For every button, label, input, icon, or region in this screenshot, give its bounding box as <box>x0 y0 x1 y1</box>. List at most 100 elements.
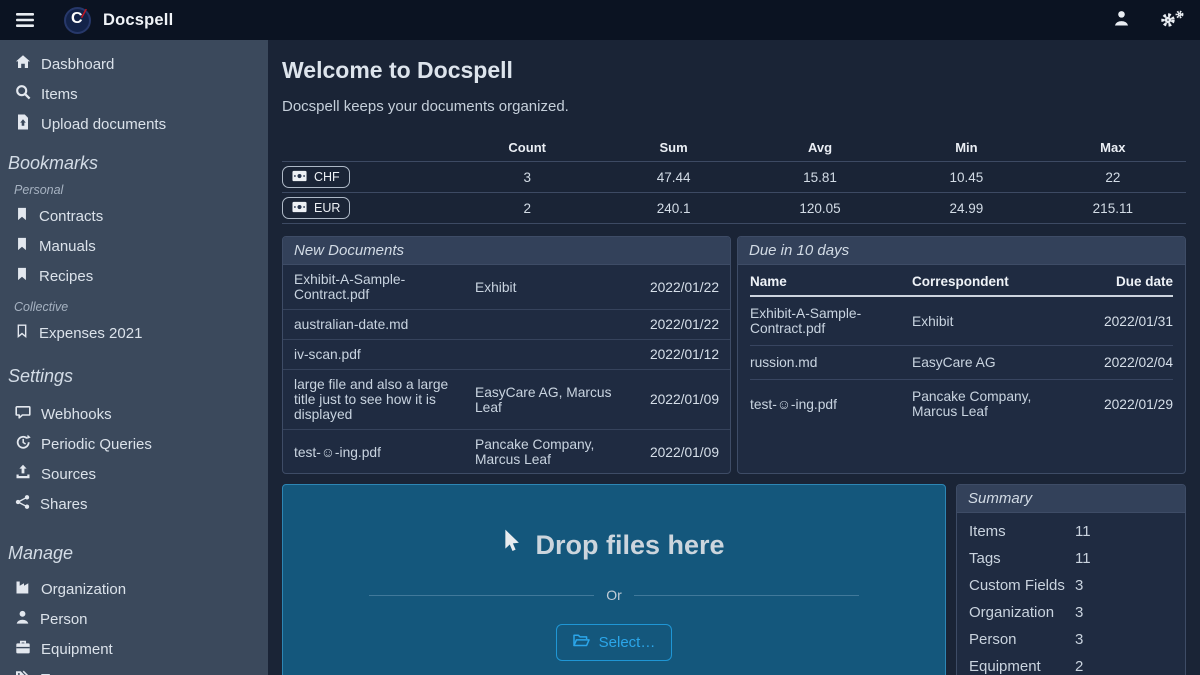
stats-header-row: Count Sum Avg Min Max <box>282 134 1186 161</box>
panel-title: Due in 10 days <box>738 237 1185 265</box>
sidebar-item-label: Periodic Queries <box>41 436 152 453</box>
sidebar-item-webhooks[interactable]: Webhooks <box>0 399 268 429</box>
file-upload-icon <box>15 114 31 134</box>
list-item: test-☺-ing.pdf Pancake Company, Marcus L… <box>283 429 730 474</box>
stat-max: 215.11 <box>1040 201 1186 216</box>
summary-row: Items 11 <box>957 518 1185 545</box>
document-link[interactable]: Exhibit-A-Sample-Contract.pdf <box>294 272 467 302</box>
sidebar-item-label: Equipment <box>41 641 113 658</box>
money-bill-icon <box>292 170 307 185</box>
stats-header-sum: Sum <box>600 140 746 155</box>
summary-value: 3 <box>1075 575 1173 596</box>
currency-badge-chf[interactable]: CHF <box>282 166 350 188</box>
document-link[interactable]: test-☺-ing.pdf <box>750 397 904 412</box>
stat-count: 2 <box>454 201 600 216</box>
sidebar-item-label: Expenses 2021 <box>39 325 142 342</box>
document-correspondent: Pancake Company, Marcus Leaf <box>475 437 625 467</box>
sidebar-item-expenses-2021[interactable]: Expenses 2021 <box>0 318 268 348</box>
document-link[interactable]: test-☺-ing.pdf <box>294 445 467 460</box>
document-link[interactable]: iv-scan.pdf <box>294 347 467 362</box>
industry-icon <box>15 579 31 599</box>
bookmark-filled-icon <box>15 206 29 226</box>
summary-label: Custom Fields <box>969 575 1075 596</box>
stat-count: 3 <box>454 170 600 185</box>
list-item: Exhibit-A-Sample-Contract.pdf Exhibit 20… <box>283 265 730 309</box>
sidebar-item-recipes[interactable]: Recipes <box>0 261 268 291</box>
currency-badge-eur[interactable]: EUR <box>282 197 350 219</box>
docspell-logo[interactable]: C/ <box>64 7 91 34</box>
sidebar-item-tags[interactable]: Tags <box>0 664 268 675</box>
summary-value: 2 <box>1075 656 1173 675</box>
sidebar-item-sources[interactable]: Sources <box>0 459 268 489</box>
sidebar-item-manuals[interactable]: Manuals <box>0 231 268 261</box>
list-item: australian-date.md 2022/01/22 <box>283 309 730 339</box>
folder-open-icon <box>573 633 590 652</box>
document-link[interactable]: large file and also a large title just t… <box>294 377 467 422</box>
due-header-date: Due date <box>1085 274 1173 289</box>
main-content: Welcome to Docspell Docspell keeps your … <box>268 40 1200 675</box>
sidebar-item-person[interactable]: Person <box>0 604 268 634</box>
user-icon[interactable] <box>1113 9 1130 32</box>
page-title: Welcome to Docspell <box>282 57 1186 84</box>
sidebar-item-label: Dasbhoard <box>41 56 114 73</box>
document-link[interactable]: Exhibit-A-Sample-Contract.pdf <box>750 306 904 336</box>
summary-value: 3 <box>1075 629 1173 650</box>
sidebar-item-shares[interactable]: Shares <box>0 489 268 519</box>
stat-min: 10.45 <box>893 170 1039 185</box>
file-drop-zone[interactable]: Drop files here Or Select… <box>282 484 946 675</box>
document-link[interactable]: australian-date.md <box>294 317 467 332</box>
currency-stats-table: Count Sum Avg Min Max CHF 3 47.44 15.81 … <box>282 134 1186 224</box>
tags-icon <box>15 669 31 675</box>
hamburger-icon[interactable] <box>16 13 34 27</box>
summary-row: Tags 11 <box>957 545 1185 572</box>
sidebar-item-organization[interactable]: Organization <box>0 574 268 604</box>
sidebar-item-contracts[interactable]: Contracts <box>0 201 268 231</box>
sidebar-item-label: Contracts <box>39 208 103 225</box>
summary-label: Person <box>969 629 1075 650</box>
sidebar-item-label: Tags <box>41 671 73 675</box>
select-files-button[interactable]: Select… <box>556 624 673 661</box>
stats-header-min: Min <box>893 140 1039 155</box>
list-item: iv-scan.pdf 2022/01/12 <box>283 339 730 369</box>
sidebar-item-periodic-queries[interactable]: Periodic Queries <box>0 429 268 459</box>
mouse-pointer-icon <box>503 529 522 562</box>
sidebar-item-upload-documents[interactable]: Upload documents <box>0 109 268 139</box>
bookmark-outline-icon <box>15 323 29 343</box>
summary-value: 3 <box>1075 602 1173 623</box>
sidebar-item-equipment[interactable]: Equipment <box>0 634 268 664</box>
search-icon <box>15 84 31 104</box>
drop-files-title: Drop files here <box>503 529 724 562</box>
summary-value: 11 <box>1075 521 1173 542</box>
document-link[interactable]: russion.md <box>750 355 904 370</box>
document-correspondent: Pancake Company, Marcus Leaf <box>912 389 1077 419</box>
bookmarks-personal-label: Personal <box>0 183 268 197</box>
sidebar-item-label: Organization <box>41 581 126 598</box>
section-manage-title: Manage <box>0 543 268 564</box>
sidebar: Dasbhoard Items Upload documents Bookmar… <box>0 40 268 675</box>
stat-sum: 47.44 <box>600 170 746 185</box>
sidebar-item-dashboard[interactable]: Dasbhoard <box>0 49 268 79</box>
due-date: 2022/01/29 <box>1085 397 1173 412</box>
stats-header-max: Max <box>1040 140 1186 155</box>
summary-value: 11 <box>1075 548 1173 569</box>
document-correspondent: Exhibit <box>475 280 625 295</box>
document-correspondent: EasyCare AG, Marcus Leaf <box>475 385 625 415</box>
document-date: 2022/01/12 <box>633 347 719 362</box>
summary-row: Person 3 <box>957 626 1185 653</box>
summary-panel: Summary Items 11 Tags 11 Custom Fields 3… <box>956 484 1186 675</box>
sidebar-item-label: Sources <box>41 466 96 483</box>
stat-avg: 15.81 <box>747 170 893 185</box>
summary-row: Equipment 2 <box>957 653 1185 675</box>
sidebar-item-items[interactable]: Items <box>0 79 268 109</box>
new-documents-panel: New Documents Exhibit-A-Sample-Contract.… <box>282 236 731 474</box>
summary-label: Organization <box>969 602 1075 623</box>
gears-icon[interactable] <box>1160 10 1184 30</box>
top-bar: C/ Docspell <box>0 0 1200 40</box>
stats-header-count: Count <box>454 140 600 155</box>
document-date: 2022/01/22 <box>633 317 719 332</box>
section-bookmarks-title: Bookmarks <box>0 153 268 174</box>
sidebar-item-label: Recipes <box>39 268 93 285</box>
stats-header-avg: Avg <box>747 140 893 155</box>
document-date: 2022/01/22 <box>633 280 719 295</box>
panel-title: New Documents <box>283 237 730 265</box>
